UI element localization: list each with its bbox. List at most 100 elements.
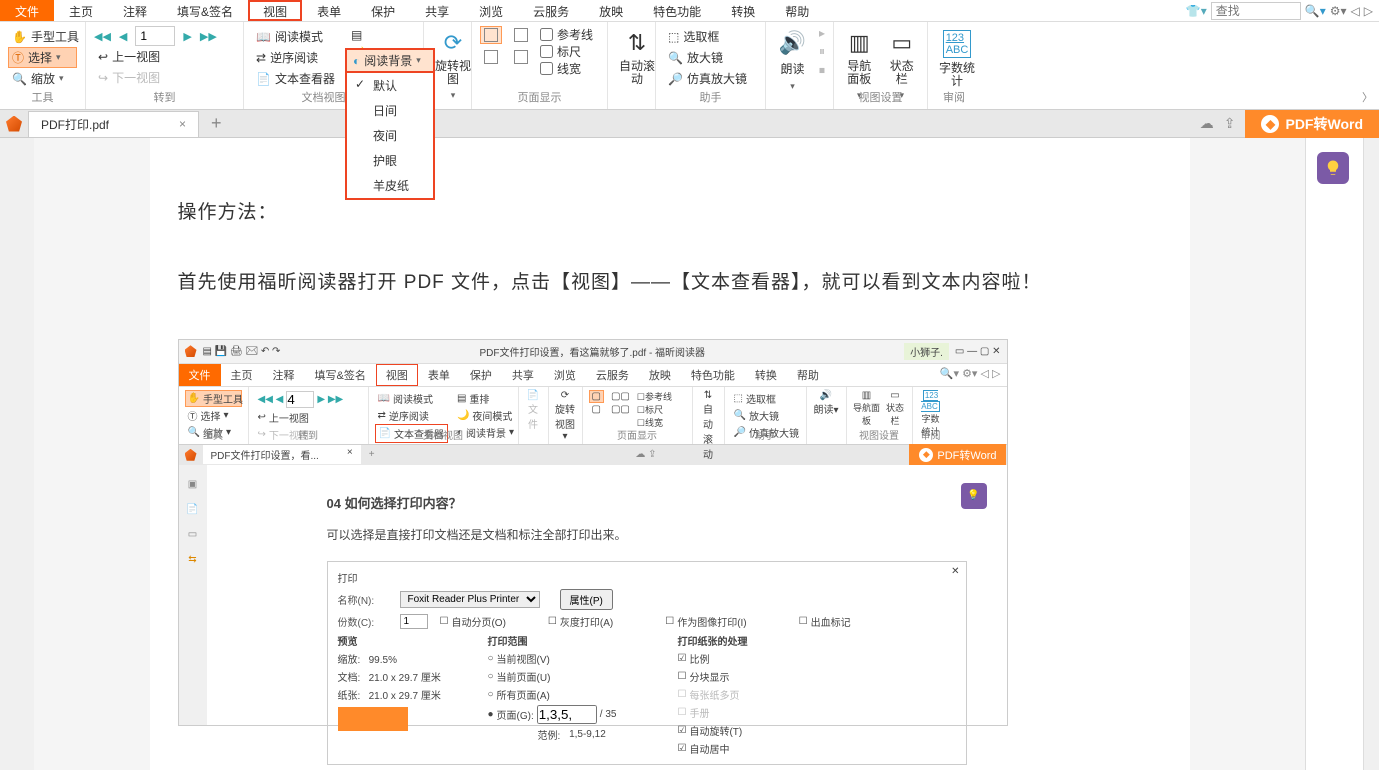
inner-window-title: PDF文件打印设置，看这篇就够了.pdf - 福昕阅读器 [286, 344, 898, 359]
reverse-icon: ⇄ [256, 51, 266, 65]
menu-browse[interactable]: 浏览 [464, 0, 518, 21]
magnifier[interactable]: 🔍放大镜 [664, 47, 757, 68]
bg-default[interactable]: 默认 [347, 73, 433, 98]
ribbon: ✋手型工具 Ⓣ选择▾ 🔍缩放▾ 工具 ◀◀ ◀ ▶ ▶▶ ↩上一视图 ↪下一视图… [0, 22, 1379, 110]
menu-form[interactable]: 表单 [302, 0, 356, 21]
embedded-screenshot: ▤ 💾 🖨 ✉ ↶ ↷ PDF文件打印设置，看这篇就够了.pdf - 福昕阅读器… [178, 339, 1008, 726]
cb-linew[interactable] [540, 62, 553, 75]
menu-play[interactable]: 放映 [584, 0, 638, 21]
collapse-ribbon[interactable]: 〉 [1362, 89, 1373, 105]
next-view-icon: ↪ [98, 71, 108, 85]
cb-guide[interactable] [540, 28, 553, 41]
auto-scroll[interactable]: ⇅ 自动滚动 [616, 26, 658, 86]
speaker-icon: 🔊 [779, 30, 806, 56]
cb-ruler[interactable] [540, 45, 553, 58]
page-single-icon [484, 28, 498, 42]
nav-back-icon[interactable]: ◁ [1351, 4, 1360, 18]
layout-facing[interactable] [510, 26, 532, 44]
app-icon [0, 116, 28, 132]
hand-icon: ✋ [12, 30, 27, 44]
mag-icon: 🔍 [668, 51, 683, 65]
bg-eye[interactable]: 护眼 [347, 148, 433, 173]
menu-fill-sign[interactable]: 填写&签名 [162, 0, 248, 21]
play-icon: ▸ [819, 26, 825, 40]
inner-ribbon: ✋手型工具 Ⓣ选择▾ 🔍缩放▾ 工具 ◀◀ ◀▶ ▶▶ ↩上一视图 ↪下一视图 … [179, 387, 1007, 445]
tab-strip: PDF打印.pdf × + ☁ ⇪ ◆PDF转Word [0, 110, 1379, 138]
inner-qat-icon: ▤ 💾 🖨 ✉ ↶ ↷ [203, 346, 281, 357]
prev-view[interactable]: ↩上一视图 [94, 46, 235, 67]
convert-icon: ◆ [1261, 115, 1279, 133]
new-tab-button[interactable]: + [199, 113, 234, 134]
inner-doc-text: 可以选择是直接打印文档还是文档和标注全部打印出来。 [327, 526, 967, 543]
menu-file[interactable]: 文件 [0, 0, 54, 21]
word-count[interactable]: 123ABC 字数统计 [936, 26, 978, 88]
menu-view[interactable]: 视图 [248, 0, 302, 21]
reflow[interactable]: ▤ [347, 26, 370, 44]
next-page[interactable]: ▶ [183, 30, 191, 43]
loupe[interactable]: 🔎仿真放大镜 [664, 68, 757, 89]
hand-tool[interactable]: ✋手型工具 [8, 26, 77, 47]
menu-home[interactable]: 主页 [54, 0, 108, 21]
first-page[interactable]: ◀◀ [94, 30, 111, 43]
nav-fwd-icon[interactable]: ▷ [1364, 4, 1373, 18]
menu-protect[interactable]: 保护 [356, 0, 410, 21]
last-page[interactable]: ▶▶ [200, 30, 217, 43]
menu-special[interactable]: 特色功能 [638, 0, 716, 21]
reverse-read[interactable]: ⇄逆序阅读 [252, 47, 339, 68]
select-tool[interactable]: Ⓣ选择▾ [8, 47, 77, 68]
document-area: 操作方法： 首先使用福昕阅读器打开 PDF 文件，点击【视图】——【文本查看器】… [0, 138, 1379, 770]
vertical-scrollbar[interactable] [1363, 138, 1379, 770]
menu-share[interactable]: 共享 [410, 0, 464, 21]
layout-cont-facing[interactable] [510, 48, 532, 66]
zoom-icon: 🔍 [12, 72, 27, 86]
close-tab-icon[interactable]: × [179, 117, 186, 131]
sync-icon[interactable]: ⇪ [1224, 115, 1236, 132]
menu-cloud[interactable]: 云服务 [518, 0, 584, 21]
group-pagedisp-label: 页面显示 [472, 89, 607, 105]
cloud-icon[interactable]: ☁ [1200, 115, 1214, 132]
page-cont-icon [484, 50, 498, 64]
search-icon[interactable]: 🔍▾ [1305, 4, 1326, 18]
skin-icon[interactable]: 👕▾ [1186, 4, 1207, 18]
group-review-label: 审阅 [928, 89, 980, 105]
next-view: ↪下一视图 [94, 67, 235, 88]
page-cfacing-icon [514, 50, 528, 64]
reading-bg-button[interactable]: ◐阅读背景▾ [345, 48, 435, 73]
tips-bulb-button[interactable] [1317, 152, 1349, 184]
menu-help[interactable]: 帮助 [770, 0, 824, 21]
menu-convert[interactable]: 转换 [716, 0, 770, 21]
read-mode[interactable]: 📖阅读模式 [252, 26, 339, 47]
group-goto-label: 转到 [86, 89, 243, 105]
text-icon: 📄 [256, 72, 271, 86]
text-viewer[interactable]: 📄文本查看器 [252, 68, 339, 89]
read-aloud[interactable]: 🔊 朗读▾ [774, 26, 811, 92]
scroll-icon: ⇅ [628, 30, 646, 56]
stop-icon: ⏹ [819, 63, 825, 78]
pdf-to-word-button[interactable]: ◆PDF转Word [1245, 108, 1379, 140]
bg-parchment[interactable]: 羊皮纸 [347, 173, 433, 198]
settings-icon[interactable]: ⚙▾ [1330, 4, 1347, 18]
bg-day[interactable]: 日间 [347, 98, 433, 123]
prev-page[interactable]: ◀ [119, 30, 127, 43]
layout-single[interactable] [480, 26, 502, 44]
bg-night[interactable]: 夜间 [347, 123, 433, 148]
document-tab[interactable]: PDF打印.pdf × [28, 111, 199, 137]
rotate-icon: ⟳ [444, 30, 462, 56]
search-input[interactable] [1211, 2, 1301, 20]
inner-user: 小狮子. [904, 343, 949, 360]
layout-cont[interactable] [480, 48, 502, 66]
doc-heading: 操作方法： [178, 198, 1140, 228]
pdf-page: 操作方法： 首先使用福昕阅读器打开 PDF 文件，点击【视图】——【文本查看器】… [150, 138, 1190, 770]
group-viewset-label: 视图设置 [834, 89, 927, 105]
reading-bg-dropdown: ◐阅读背景▾ 默认 日间 夜间 护眼 羊皮纸 [345, 48, 435, 200]
page-input[interactable] [135, 26, 175, 46]
marquee[interactable]: ⬚选取框 [664, 26, 757, 47]
page-facing-icon [514, 28, 528, 42]
rotate-view[interactable]: ⟳ 旋转视图▾ [432, 26, 474, 101]
status-icon: ▭ [891, 30, 912, 56]
inner-menu: 文件主页注释填写&签名视图表单保护共享浏览云服务放映特色功能转换帮助 🔍▾ ⚙▾… [179, 364, 1007, 387]
marquee-icon: ⬚ [668, 30, 679, 44]
menu-bar: 文件 主页 注释 填写&签名 视图 表单 保护 共享 浏览 云服务 放映 特色功… [0, 0, 1379, 22]
zoom-tool[interactable]: 🔍缩放▾ [8, 68, 77, 89]
menu-comment[interactable]: 注释 [108, 0, 162, 21]
